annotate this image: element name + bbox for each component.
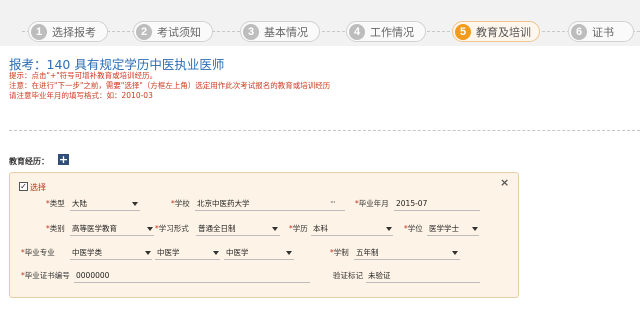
- chevron-down-icon[interactable]: [213, 251, 219, 255]
- section-divider: [9, 130, 640, 131]
- degree-level-select-value[interactable]: 本科: [313, 224, 328, 234]
- type-select-value[interactable]: 大陆: [72, 199, 87, 209]
- school-input-value[interactable]: 北京中医药大学: [197, 199, 250, 209]
- chevron-down-icon[interactable]: [386, 227, 392, 231]
- step-basic-info[interactable]: 3 基本情况: [240, 21, 320, 42]
- step-number: 4: [349, 23, 365, 40]
- step-number: 2: [136, 23, 152, 40]
- plus-icon[interactable]: +: [58, 154, 69, 165]
- step-label: 工作情况: [370, 25, 414, 39]
- chevron-down-icon[interactable]: [286, 251, 292, 255]
- type-field-label: *类型: [46, 199, 65, 208]
- chevron-down-icon[interactable]: [272, 227, 278, 231]
- academic-degree-label: *学位: [404, 224, 423, 233]
- step-connector-line: [22, 31, 640, 32]
- verify-label: 验证标记: [333, 271, 363, 280]
- step-number: 3: [243, 23, 259, 40]
- academic-degree-underline: [427, 235, 479, 236]
- step-label: 教育及培训: [476, 25, 531, 39]
- cert-no-label: *毕业证书编号: [21, 271, 70, 280]
- step-label: 考试须知: [157, 25, 201, 39]
- major-class-underline: [155, 259, 220, 260]
- category-select-value[interactable]: 高等医学教育: [72, 224, 117, 234]
- academic-degree-select-value[interactable]: 医学学士: [429, 224, 459, 234]
- warning-note: 注意：在进行"下一步"之前，需要"选择"（方框左上角）选定用作此次考试报名的教育…: [9, 81, 331, 90]
- school-picker-button[interactable]: ···: [330, 198, 336, 207]
- study-form-underline: [196, 235, 280, 236]
- step-certificate[interactable]: 6 证书: [568, 21, 634, 42]
- select-label: 选择: [30, 183, 46, 192]
- step-select-exam[interactable]: 1 选择报考: [28, 21, 108, 42]
- school-field-label: *学校: [171, 199, 190, 208]
- major-name-underline: [224, 259, 294, 260]
- grad-date-underline: [394, 210, 480, 211]
- step-label: 选择报考: [52, 25, 96, 39]
- duration-underline: [354, 259, 460, 260]
- step-number: 5: [455, 23, 471, 40]
- major-class-select-value[interactable]: 中医学: [157, 248, 180, 258]
- degree-level-label: *学历: [289, 224, 308, 233]
- major-name-select-value[interactable]: 中医学: [226, 248, 249, 258]
- chevron-down-icon[interactable]: [452, 251, 458, 255]
- category-select-underline: [70, 235, 154, 236]
- degree-level-underline: [311, 235, 393, 236]
- grad-date-label: *毕业年月: [355, 199, 389, 208]
- school-input-underline: [195, 210, 345, 211]
- date-format-note: 请注意毕业年月的填写格式：如：2010-03: [9, 91, 153, 100]
- verify-underline: [366, 282, 480, 283]
- chevron-down-icon[interactable]: [472, 227, 478, 231]
- chevron-down-icon[interactable]: [147, 227, 153, 231]
- study-form-label: *学习形式: [155, 224, 189, 233]
- cert-no-underline: [74, 282, 310, 283]
- step-number: 1: [31, 23, 47, 40]
- tip-note: 提示：点击"+"符号可增补教育或培训经历。: [9, 71, 158, 80]
- chevron-down-icon[interactable]: [132, 202, 138, 206]
- study-form-select-value[interactable]: 普通全日制: [198, 224, 236, 234]
- major-category-select-value[interactable]: 中医学类: [72, 248, 102, 258]
- close-icon[interactable]: ×: [500, 176, 509, 189]
- major-category-underline: [70, 259, 152, 260]
- step-label: 基本情况: [264, 25, 308, 39]
- step-exam-notice[interactable]: 2 考试须知: [133, 21, 213, 42]
- chevron-down-icon[interactable]: [145, 251, 151, 255]
- education-section-label: 教育经历：: [9, 157, 49, 166]
- category-field-label: *类别: [46, 224, 65, 233]
- duration-select-value[interactable]: 五年制: [356, 248, 379, 258]
- step-number: 6: [571, 23, 587, 40]
- duration-field-label: *学制: [330, 248, 349, 257]
- grad-date-input[interactable]: 2015-07: [396, 199, 427, 209]
- step-label: 证书: [592, 25, 614, 39]
- verify-status-value: 未验证: [368, 271, 391, 280]
- step-work-info[interactable]: 4 工作情况: [346, 21, 426, 42]
- major-field-label: *毕业专业: [21, 248, 55, 257]
- type-select-underline: [70, 210, 140, 211]
- cert-no-input[interactable]: 0000000: [76, 271, 109, 281]
- step-education-training[interactable]: 5 教育及培训: [452, 21, 540, 42]
- select-checkbox[interactable]: ✓: [19, 182, 28, 191]
